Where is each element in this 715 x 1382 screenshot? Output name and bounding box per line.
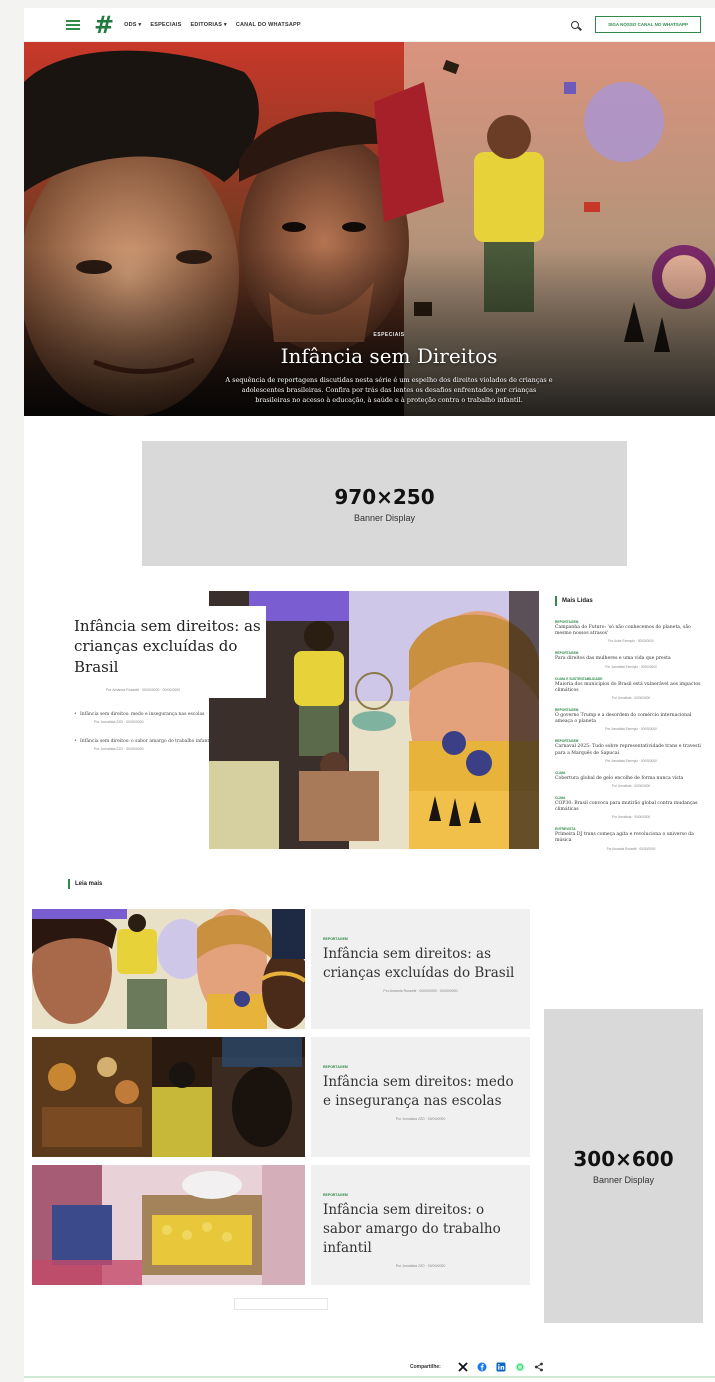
article-card[interactable]: Reportagem Infância sem direitos: o sabo… xyxy=(32,1165,530,1285)
article-meta: Por Amanda Rossetti · 00/00/0000 · 00/00… xyxy=(383,988,458,993)
article-tag: Reportagem xyxy=(323,937,348,941)
related-item[interactable]: Infância sem direitos: medo e inseguranç… xyxy=(74,712,214,725)
most-read-item[interactable]: Reportagem Carnaval 2025: Tudo sobre rep… xyxy=(555,739,707,762)
linkedin-icon[interactable] xyxy=(496,1362,506,1372)
nav-item-editorias[interactable]: EDITORIAS ▾ xyxy=(190,22,226,28)
most-read-item[interactable]: Clima e sustentabilidade Maioria dos mun… xyxy=(555,677,707,700)
nav-item-whatsapp[interactable]: CANAL DO WHATSAPP xyxy=(236,22,301,28)
site-header: # ODS ▾ ESPECIAIS EDITORIAS ▾ CANAL DO W… xyxy=(24,8,715,42)
most-read-item[interactable]: Reportagem Para direitos das mulheres e … xyxy=(555,651,707,668)
article-card[interactable]: Reportagem Infância sem direitos: as cri… xyxy=(32,909,530,1029)
load-more-button[interactable] xyxy=(234,1298,328,1310)
x-icon[interactable] xyxy=(458,1362,468,1372)
banner-label: Banner Display xyxy=(353,512,416,523)
site-logo[interactable]: # xyxy=(94,13,114,37)
article-card-body: Reportagem Infância sem direitos: as cri… xyxy=(311,909,530,1029)
article-card-body: Reportagem Infância sem direitos: o sabo… xyxy=(311,1165,530,1285)
read-more-heading: Leia mais xyxy=(68,879,102,889)
most-read-item[interactable]: Clima COP30: Brasil convoca para mutirão… xyxy=(555,796,707,819)
hero-banner[interactable]: ESPECIAIS Infância sem Direitos A sequên… xyxy=(24,42,715,416)
hero-title[interactable]: Infância sem Direitos xyxy=(224,344,554,368)
featured-title[interactable]: Infância sem direitos: as crianças exclu… xyxy=(74,616,274,677)
banner-size: 300×600 xyxy=(573,1147,674,1171)
footer-divider xyxy=(24,1376,715,1378)
most-read-item[interactable]: Reportagem O governo Trump e a desordem … xyxy=(555,708,707,731)
banner-size: 970×250 xyxy=(334,484,435,509)
featured-related-list: Infância sem direitos: medo e inseguranç… xyxy=(74,712,214,766)
article-card-body: Reportagem Infância sem direitos: medo e… xyxy=(311,1037,530,1157)
hero-tag: ESPECIAIS xyxy=(373,332,405,338)
most-read-item[interactable]: Entrevista Primeira DJ trans começa agit… xyxy=(555,827,707,850)
most-read-heading: Mais Lidas xyxy=(555,596,707,606)
whatsapp-icon[interactable] xyxy=(515,1362,525,1372)
ad-banner-side[interactable]: 300×600 Banner Display xyxy=(544,1009,703,1323)
article-meta: Por Jornalista 2ZD · 00/00/0000 xyxy=(395,1263,446,1268)
whatsapp-cta-button[interactable]: SIGA NOSSO CANAL NO WHATSAPP xyxy=(595,16,701,33)
menu-icon[interactable] xyxy=(66,19,80,30)
share-bar: Compartilhe: xyxy=(410,1362,544,1372)
nav-item-ods[interactable]: ODS ▾ xyxy=(124,22,141,28)
share-icon[interactable] xyxy=(534,1362,544,1372)
article-meta: Por Jornalista 2ZD · 00/00/0000 xyxy=(395,1116,446,1121)
article-thumbnail xyxy=(32,909,305,1029)
hero-description: A sequência de reportagens discutidas ne… xyxy=(225,376,553,404)
article-card[interactable]: Reportagem Infância sem direitos: medo e… xyxy=(32,1037,530,1157)
banner-label: Banner Display xyxy=(592,1175,655,1185)
article-title[interactable]: Infância sem direitos: o sabor amargo do… xyxy=(323,1201,518,1258)
article-tag: Reportagem xyxy=(323,1065,348,1069)
share-label: Compartilhe: xyxy=(410,1364,441,1370)
article-tag: Reportagem xyxy=(323,1193,348,1197)
featured-meta: Por Amanda Rossetti · 00/00/0000 · 00/00… xyxy=(106,688,181,692)
article-thumbnail xyxy=(32,1037,305,1157)
article-title[interactable]: Infância sem direitos: as crianças exclu… xyxy=(323,945,518,983)
ad-banner-top[interactable]: 970×250 Banner Display xyxy=(142,441,627,566)
facebook-icon[interactable] xyxy=(477,1362,487,1372)
related-item[interactable]: Infância sem direitos: o sabor amargo do… xyxy=(74,739,214,752)
hero-text: ESPECIAIS Infância sem Direitos A sequên… xyxy=(224,332,554,405)
most-read-sidebar: Mais Lidas Reportagem Campanha do Futuro… xyxy=(555,596,707,851)
article-title[interactable]: Infância sem direitos: medo e inseguranç… xyxy=(323,1073,518,1111)
article-thumbnail xyxy=(32,1165,305,1285)
most-read-item[interactable]: Clima Cobertura global de gelo encolhe d… xyxy=(555,771,707,788)
page: # ODS ▾ ESPECIAIS EDITORIAS ▾ CANAL DO W… xyxy=(24,8,715,1382)
most-read-item[interactable]: Reportagem Campanha do Futuro: 'só não c… xyxy=(555,620,707,643)
nav-item-especiais[interactable]: ESPECIAIS xyxy=(150,22,181,28)
main-nav: ODS ▾ ESPECIAIS EDITORIAS ▾ CANAL DO WHA… xyxy=(124,22,301,28)
search-icon[interactable] xyxy=(571,20,580,29)
